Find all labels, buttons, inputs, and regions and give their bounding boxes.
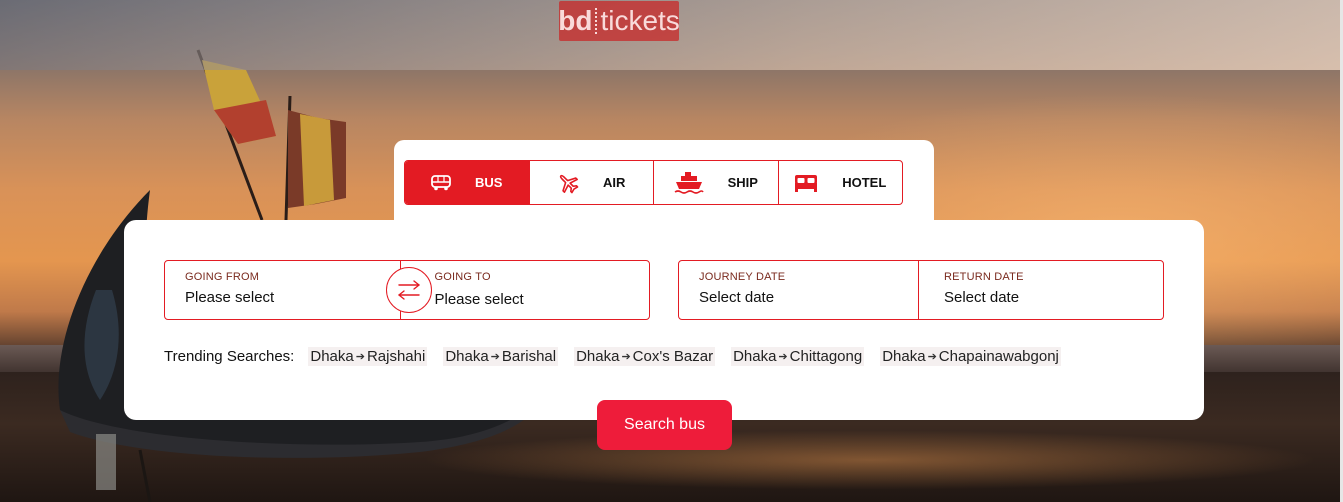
date-selector: JOURNEY DATE Select date RETURN DATE Sel… xyxy=(678,260,1164,320)
trending-searches: Trending Searches: Dhaka ➔ Rajshahi Dhak… xyxy=(164,346,1077,366)
trending-from: Dhaka xyxy=(310,347,354,365)
arrow-right-icon: ➔ xyxy=(490,350,500,363)
going-to-value[interactable]: Please select xyxy=(435,291,630,308)
tab-bus[interactable]: BUS xyxy=(405,161,530,204)
arrow-right-icon: ➔ xyxy=(778,350,788,363)
trending-to: Chapainawabgonj xyxy=(938,347,1059,365)
return-date-value[interactable]: Select date xyxy=(944,289,1143,306)
arrow-right-icon: ➔ xyxy=(621,350,631,363)
going-from-label: GOING FROM xyxy=(185,271,260,283)
route-selector: GOING FROM Please select GOING TO Please… xyxy=(164,260,650,320)
return-date-label: RETURN DATE xyxy=(944,271,1024,283)
going-to-label: GOING TO xyxy=(434,271,491,283)
journey-date-field[interactable]: JOURNEY DATE Select date xyxy=(679,261,918,319)
trending-from: Dhaka xyxy=(576,347,620,365)
search-bus-button[interactable]: Search bus xyxy=(597,400,732,450)
arrow-right-icon: ➔ xyxy=(927,350,937,363)
going-from-field[interactable]: GOING FROM Please select xyxy=(165,261,400,319)
trending-chip[interactable]: Dhaka ➔ Barishal xyxy=(443,346,559,366)
logo-divider xyxy=(595,8,598,34)
swap-route-button[interactable] xyxy=(386,267,432,313)
tab-hotel-label: HOTEL xyxy=(842,175,887,190)
bus-icon xyxy=(431,174,451,190)
tab-air-label: AIR xyxy=(603,175,626,190)
bed-icon xyxy=(795,174,818,192)
going-to-field[interactable]: GOING TO Please select xyxy=(399,261,650,319)
trending-to: Barishal xyxy=(501,347,557,365)
trending-from: Dhaka xyxy=(882,347,926,365)
trending-chip[interactable]: Dhaka ➔ Rajshahi xyxy=(308,346,428,366)
tab-ship-label: SHIP xyxy=(727,175,758,190)
ship-icon xyxy=(674,171,704,194)
trending-chip[interactable]: Dhaka ➔ Chittagong xyxy=(731,346,865,366)
trending-to: Rajshahi xyxy=(366,347,426,365)
swap-arrows-icon xyxy=(398,280,420,300)
brand-logo[interactable]: bd tickets xyxy=(558,1,680,41)
trending-from: Dhaka xyxy=(445,347,489,365)
tab-hotel[interactable]: HOTEL xyxy=(779,161,903,204)
arrow-right-icon: ➔ xyxy=(355,350,365,363)
service-tabs: BUS AIR SHIP HOTEL xyxy=(404,160,903,205)
going-from-value[interactable]: Please select xyxy=(185,289,380,306)
journey-date-value[interactable]: Select date xyxy=(699,289,898,306)
tab-bus-label: BUS xyxy=(475,175,503,190)
logo-bd-text: bd xyxy=(558,5,593,36)
search-card xyxy=(124,220,1204,420)
trending-chip[interactable]: Dhaka ➔ Chapainawabgonj xyxy=(880,346,1061,366)
trending-chip[interactable]: Dhaka ➔ Cox's Bazar xyxy=(574,346,716,366)
trending-label: Trending Searches: xyxy=(164,347,295,365)
tab-ship[interactable]: SHIP xyxy=(654,161,779,204)
trending-to: Chittagong xyxy=(789,347,863,365)
journey-date-label: JOURNEY DATE xyxy=(699,271,786,283)
return-date-field[interactable]: RETURN DATE Select date xyxy=(918,261,1163,319)
trending-from: Dhaka xyxy=(733,347,777,365)
trending-to: Cox's Bazar xyxy=(632,347,714,365)
tab-air[interactable]: AIR xyxy=(530,161,654,204)
airplane-icon xyxy=(559,174,579,193)
logo-tickets-text: tickets xyxy=(600,5,680,36)
